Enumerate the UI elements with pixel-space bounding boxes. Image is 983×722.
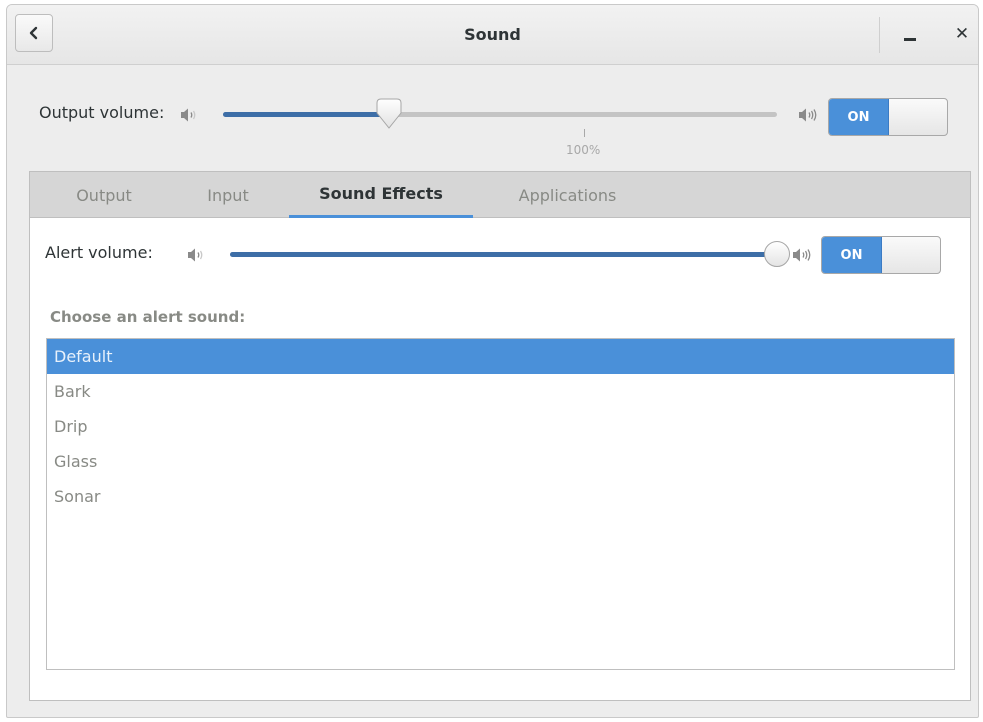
header-separator [879,17,880,53]
header-bar: Sound ✕ [7,5,978,65]
tab-bar: Output Input Sound Effects Applications [30,172,970,218]
alert-switch-on-label: ON [822,237,882,273]
output-switch-on-label: ON [829,99,889,135]
close-icon: ✕ [954,24,970,44]
list-item[interactable]: Default [47,339,954,374]
tab-applications[interactable]: Applications [500,172,635,218]
volume-tick-mark [584,129,585,137]
output-volume-fill [223,112,389,117]
window-title: Sound [464,25,521,44]
speaker-high-icon [797,105,819,125]
output-mute-switch[interactable]: ON [828,98,948,136]
output-volume-knob[interactable] [376,98,402,130]
tab-output[interactable]: Output [58,172,150,218]
speaker-high-icon [791,245,813,265]
list-item[interactable]: Sonar [47,479,954,514]
alert-volume-knob[interactable] [764,241,790,267]
alert-sound-list[interactable]: Default Bark Drip Glass Sonar [46,338,955,670]
alert-mute-switch[interactable]: ON [821,236,941,274]
minimize-icon [904,37,916,41]
list-item[interactable]: Bark [47,374,954,409]
sound-settings-window: Sound ✕ Output volume: 100% ON Output In… [6,4,979,718]
choose-alert-sound-label: Choose an alert sound: [50,308,246,326]
speaker-low-icon [186,246,206,264]
alert-volume-slider[interactable] [230,241,790,267]
speaker-low-icon [179,106,199,124]
tab-input[interactable]: Input [182,172,274,218]
minimize-button[interactable] [895,19,925,49]
list-item[interactable]: Drip [47,409,954,444]
tab-sound-effects[interactable]: Sound Effects [289,172,473,218]
alert-volume-fill [230,252,778,257]
volume-tick-label: 100% [566,143,601,157]
close-button[interactable]: ✕ [947,19,977,49]
list-item[interactable]: Glass [47,444,954,479]
alert-volume-label: Alert volume: [45,243,153,262]
settings-panel: Output Input Sound Effects Applications … [29,171,971,701]
output-volume-label: Output volume: [39,103,165,122]
output-volume-slider[interactable] [223,98,777,129]
